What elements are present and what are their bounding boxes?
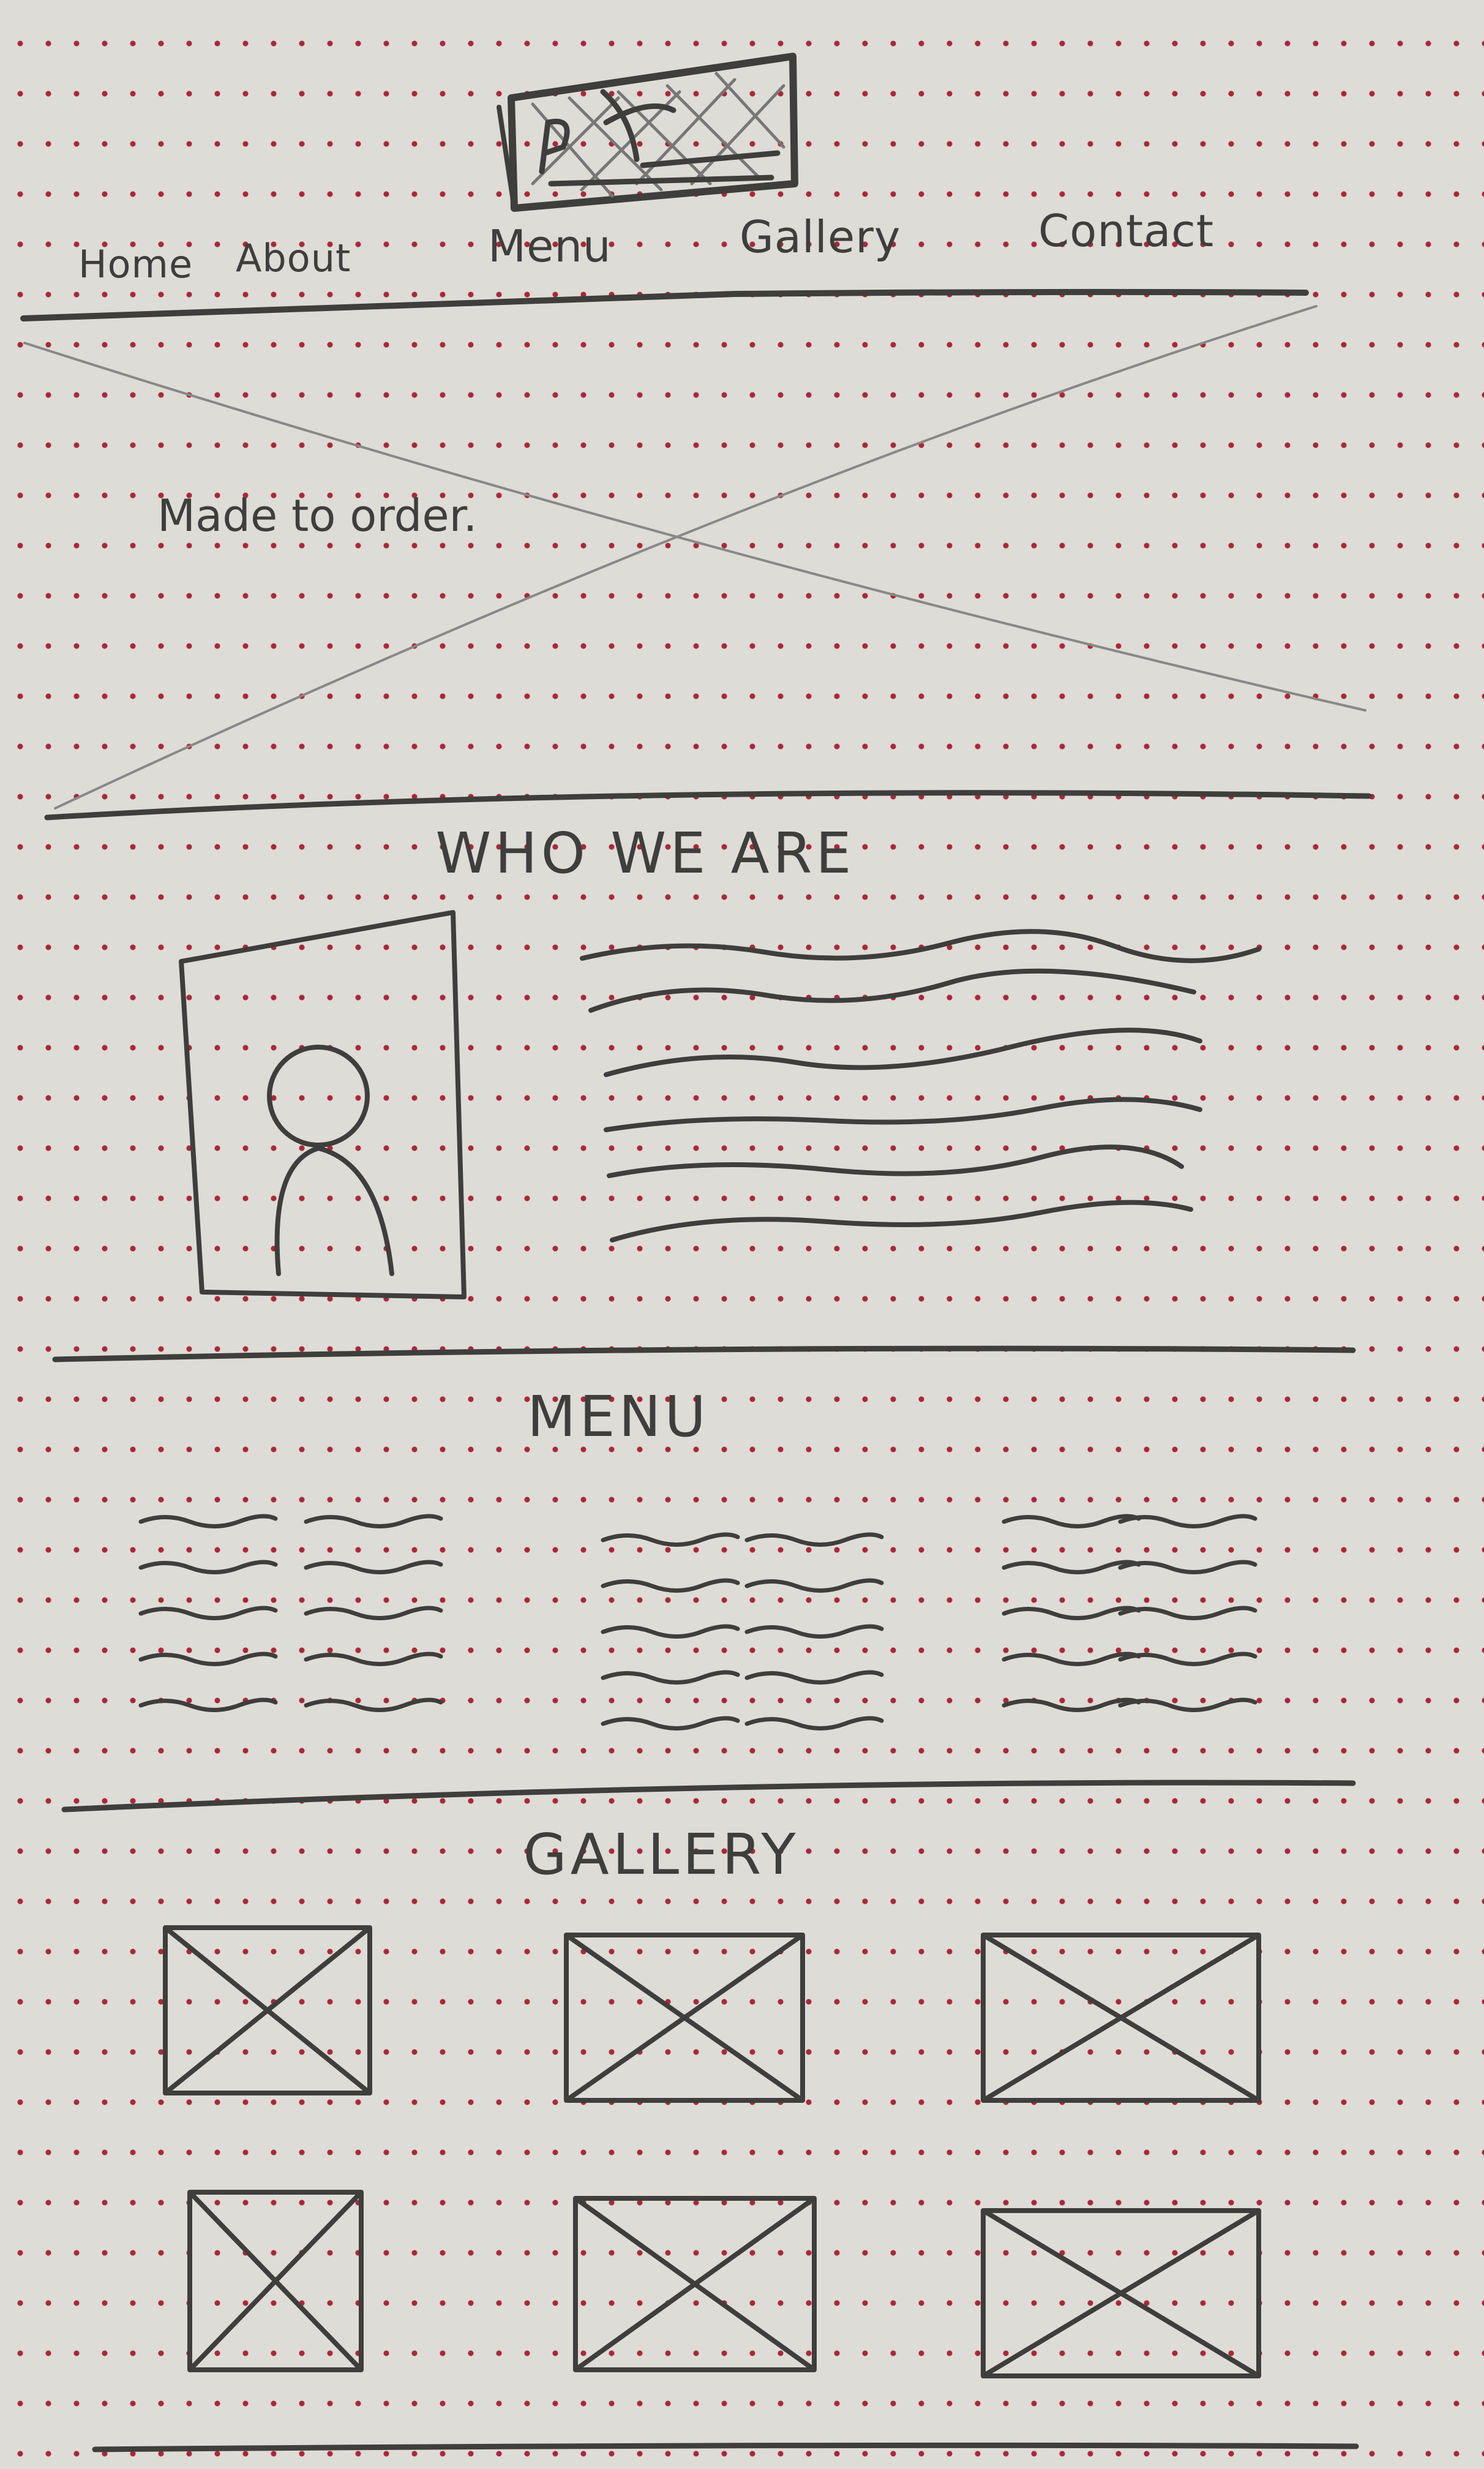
person-portrait-icon [179, 910, 467, 1299]
menu-item-placeholder [744, 1670, 884, 1685]
gallery-image-placeholder[interactable] [981, 2208, 1261, 2378]
about-divider [52, 1345, 1356, 1362]
logo-placeholder[interactable] [497, 53, 798, 212]
menu-item-placeholder [601, 1578, 740, 1593]
footer-divider [92, 2442, 1359, 2452]
nav-home[interactable]: Home [78, 242, 193, 287]
menu-item-placeholder [304, 1514, 443, 1528]
nav-contact[interactable]: Contact [1038, 205, 1214, 257]
menu-item-placeholder [744, 1624, 884, 1639]
menu-item-placeholder [744, 1578, 884, 1593]
menu-item-placeholder [138, 1560, 278, 1574]
menu-item-placeholder [1118, 1652, 1257, 1666]
hero-image-placeholder[interactable] [23, 305, 1366, 810]
menu-item-placeholder [601, 1624, 740, 1639]
menu-item-placeholder [744, 1716, 884, 1731]
menu-item-placeholder [304, 1606, 443, 1620]
hero-tagline: Made to order. [157, 490, 478, 541]
menu-item-placeholder [1118, 1606, 1257, 1620]
hero-divider [44, 790, 1372, 821]
gallery-image-placeholder[interactable] [573, 2196, 817, 2372]
wireframe-sketch [20, 53, 1372, 2452]
menu-item-placeholder [304, 1652, 443, 1666]
menu-item-placeholder [138, 1514, 278, 1528]
menu-item-placeholder [744, 1532, 884, 1547]
menu-item-placeholder [138, 1652, 278, 1666]
menu-item-placeholder [1118, 1560, 1257, 1574]
nav-gallery[interactable]: Gallery [740, 211, 901, 263]
menu-items-placeholder [138, 1514, 1257, 1731]
menu-item-placeholder [304, 1560, 443, 1574]
menu-item-placeholder [138, 1606, 278, 1620]
menu-divider [61, 1779, 1356, 1813]
gallery-image-placeholder[interactable] [564, 1933, 805, 2103]
menu-title: MENU [527, 1384, 710, 1449]
gallery-title: GALLERY [523, 1822, 800, 1887]
menu-item-placeholder [1118, 1697, 1257, 1712]
nav-divider [20, 288, 1309, 321]
menu-item-placeholder [601, 1532, 740, 1547]
gallery-image-placeholder[interactable] [981, 1933, 1261, 2103]
menu-item-placeholder [601, 1716, 740, 1731]
menu-item-placeholder [138, 1697, 278, 1712]
about-title: WHO WE ARE [435, 821, 855, 886]
menu-item-placeholder [304, 1697, 443, 1712]
menu-item-placeholder [1118, 1514, 1257, 1528]
gallery-grid [163, 1925, 1261, 2378]
nav-menu[interactable]: Menu [488, 220, 612, 272]
gallery-image-placeholder[interactable] [163, 1925, 372, 2095]
about-text-placeholder [580, 929, 1261, 1242]
nav-about[interactable]: About [236, 236, 351, 280]
menu-item-placeholder [601, 1670, 740, 1685]
gallery-image-placeholder[interactable] [187, 2190, 364, 2372]
